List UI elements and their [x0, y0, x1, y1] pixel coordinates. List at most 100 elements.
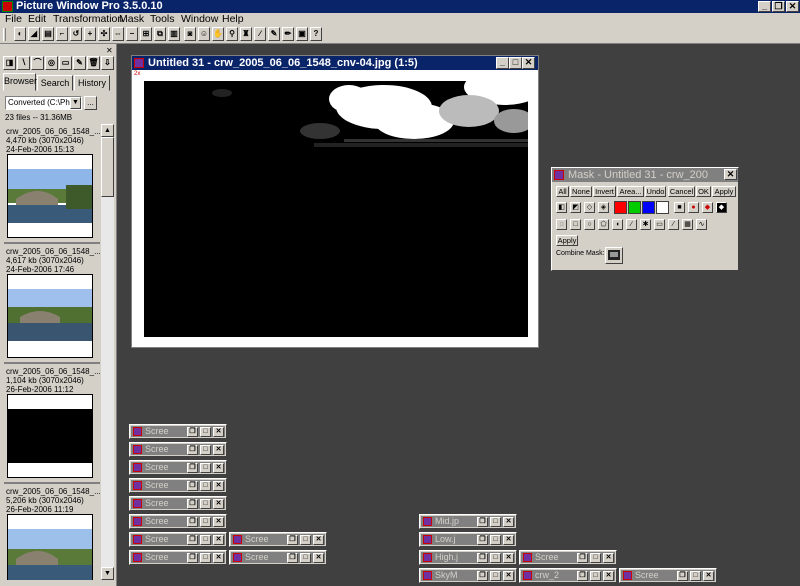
maximize-icon[interactable]: □: [490, 571, 501, 581]
minimized-window[interactable]: Scree ❐ □ ✕: [129, 532, 227, 547]
tab-history[interactable]: History: [74, 75, 110, 91]
file-list-scrollbar[interactable]: ▲ ▼: [101, 124, 114, 580]
browser-tool-2-icon[interactable]: ∖: [17, 56, 30, 70]
minimized-window[interactable]: High.j ❐ □ ✕: [419, 550, 517, 565]
image-window-title-bar[interactable]: Untitled 31 - crw_2005_06_06_1548_cnv-04…: [132, 56, 538, 70]
close-icon[interactable]: ✕: [503, 553, 514, 563]
browse-folder-button[interactable]: ...: [84, 96, 97, 110]
list-item[interactable]: crw_2005_06_06_1548_... 4,470 kb (3070x2…: [4, 124, 100, 243]
minimized-window[interactable]: Scree ❐ □ ✕: [229, 532, 327, 547]
swatch-red[interactable]: [614, 201, 627, 214]
tool-minus-icon[interactable]: −: [126, 27, 138, 41]
maximize-icon[interactable]: □: [200, 481, 211, 491]
browser-tool-1-icon[interactable]: ◨: [3, 56, 16, 70]
minimize-icon[interactable]: _: [758, 1, 771, 12]
mask-ok-button[interactable]: OK: [696, 186, 711, 197]
minimized-window[interactable]: Scree ❐ □ ✕: [129, 496, 227, 511]
minimized-window[interactable]: Scree ❐ □ ✕: [129, 514, 227, 529]
menu-edit[interactable]: Edit: [28, 13, 46, 26]
restore-icon[interactable]: ❐: [477, 571, 488, 581]
minimized-window[interactable]: Scree ❐ □ ✕: [229, 550, 327, 565]
spray-icon[interactable]: ✱: [640, 219, 651, 230]
list-item[interactable]: crw_2005_06_06_1548_... 4,617 kb (3070x2…: [4, 244, 100, 363]
close-icon[interactable]: ✕: [522, 57, 535, 69]
mask-cancel-button[interactable]: Cancel: [668, 186, 695, 197]
mask-invert-button[interactable]: Invert: [593, 186, 616, 197]
tool-brush-icon[interactable]: ⌐: [56, 27, 68, 41]
minimized-window[interactable]: Scree ❐ □ ✕: [129, 424, 227, 439]
maximize-icon[interactable]: □: [590, 571, 601, 581]
restore-icon[interactable]: ❐: [187, 499, 198, 509]
minimized-window[interactable]: Scree ❐ □ ✕: [129, 442, 227, 457]
freehand-icon[interactable]: ◖: [612, 219, 623, 230]
restore-icon[interactable]: ❐: [187, 445, 198, 455]
maximize-icon[interactable]: □: [200, 517, 211, 527]
close-icon[interactable]: ✕: [313, 535, 324, 545]
maximize-icon[interactable]: □: [200, 535, 211, 545]
close-icon[interactable]: ✕: [503, 535, 514, 545]
tool-curves-icon[interactable]: ◐: [14, 27, 26, 41]
minimized-window[interactable]: Scree ❐ □ ✕: [129, 478, 227, 493]
maximize-icon[interactable]: □: [200, 445, 211, 455]
browser-tool-3-icon[interactable]: ⌒: [31, 56, 44, 70]
close-icon[interactable]: ✕: [213, 445, 224, 455]
maximize-icon[interactable]: □: [690, 571, 701, 581]
browser-tool-4-icon[interactable]: ◎: [45, 56, 58, 70]
maximize-icon[interactable]: □: [590, 553, 601, 563]
close-icon[interactable]: ✕: [213, 553, 224, 563]
folder-select[interactable]: Converted (C:\Photo ▼: [5, 96, 82, 110]
minimize-icon[interactable]: _: [496, 57, 509, 69]
combine-mask-button[interactable]: [605, 247, 623, 264]
maximize-icon[interactable]: □: [509, 57, 522, 69]
tab-browser[interactable]: Browser: [3, 73, 37, 91]
panel-close-icon[interactable]: ✕: [106, 46, 113, 55]
restore-icon[interactable]: ❐: [287, 535, 298, 545]
close-icon[interactable]: ✕: [313, 553, 324, 563]
scroll-down-icon[interactable]: ▼: [101, 567, 114, 580]
tool-stamp-icon[interactable]: ♜: [240, 27, 252, 41]
close-icon[interactable]: ✕: [213, 481, 224, 491]
mask-window-title-bar[interactable]: Mask - Untitled 31 - crw_200 ✕: [552, 168, 738, 182]
close-icon[interactable]: ✕: [603, 553, 614, 563]
swatch-green[interactable]: [628, 201, 641, 214]
tool-crosshair-icon[interactable]: +: [84, 27, 96, 41]
tool-mask-icon[interactable]: ◙: [184, 27, 196, 41]
mask-area-button[interactable]: Area...: [617, 186, 644, 197]
maximize-icon[interactable]: □: [300, 535, 311, 545]
minimized-window[interactable]: Scree ❐ □ ✕: [129, 460, 227, 475]
restore-icon[interactable]: ❐: [577, 553, 588, 563]
mask-apply-small-button[interactable]: Apply: [556, 235, 578, 246]
close-icon[interactable]: ✕: [213, 427, 224, 437]
file-thumbnail[interactable]: [7, 514, 93, 580]
maximize-icon[interactable]: □: [200, 499, 211, 509]
restore-icon[interactable]: ❐: [477, 535, 488, 545]
tool-levels-icon[interactable]: ◢: [28, 27, 40, 41]
mask-tool-c-icon[interactable]: ◇: [584, 202, 595, 213]
restore-icon[interactable]: ❐: [287, 553, 298, 563]
close-icon[interactable]: ✕: [213, 463, 224, 473]
rectangle-icon[interactable]: □: [570, 219, 581, 230]
polygon-icon[interactable]: ⬠: [598, 219, 609, 230]
tool-smile-icon[interactable]: ☺: [198, 27, 210, 41]
minimized-window[interactable]: crw_2 ❐ □ ✕: [519, 568, 617, 583]
restore-icon[interactable]: ❐: [187, 427, 198, 437]
image-window[interactable]: Untitled 31 - crw_2005_06_06_1548_cnv-04…: [131, 55, 539, 348]
diamond-fill-icon[interactable]: ◆: [716, 202, 727, 213]
minimized-window[interactable]: Scree ❐ □ ✕: [519, 550, 617, 565]
minimized-window[interactable]: Mid.jp ❐ □ ✕: [419, 514, 517, 529]
maximize-icon[interactable]: □: [490, 517, 501, 527]
tool-hand-icon[interactable]: ✋: [212, 27, 224, 41]
browser-tool-5-icon[interactable]: ▭: [59, 56, 72, 70]
menu-transformation[interactable]: Transformation: [53, 13, 123, 26]
menu-file[interactable]: File: [5, 13, 22, 26]
menu-window[interactable]: Window: [181, 13, 218, 26]
file-thumbnail[interactable]: [7, 274, 93, 358]
grid-icon[interactable]: ▦: [682, 219, 693, 230]
restore-icon[interactable]: ❐: [577, 571, 588, 581]
browser-tool-8-icon[interactable]: ⇩: [101, 56, 114, 70]
maximize-icon[interactable]: □: [490, 553, 501, 563]
tool-zoom-icon[interactable]: ⚲: [226, 27, 238, 41]
restore-icon[interactable]: ❐: [477, 517, 488, 527]
diamond-mode-icon[interactable]: ◆: [702, 202, 713, 213]
tool-resize-icon[interactable]: ⇔: [112, 27, 124, 41]
